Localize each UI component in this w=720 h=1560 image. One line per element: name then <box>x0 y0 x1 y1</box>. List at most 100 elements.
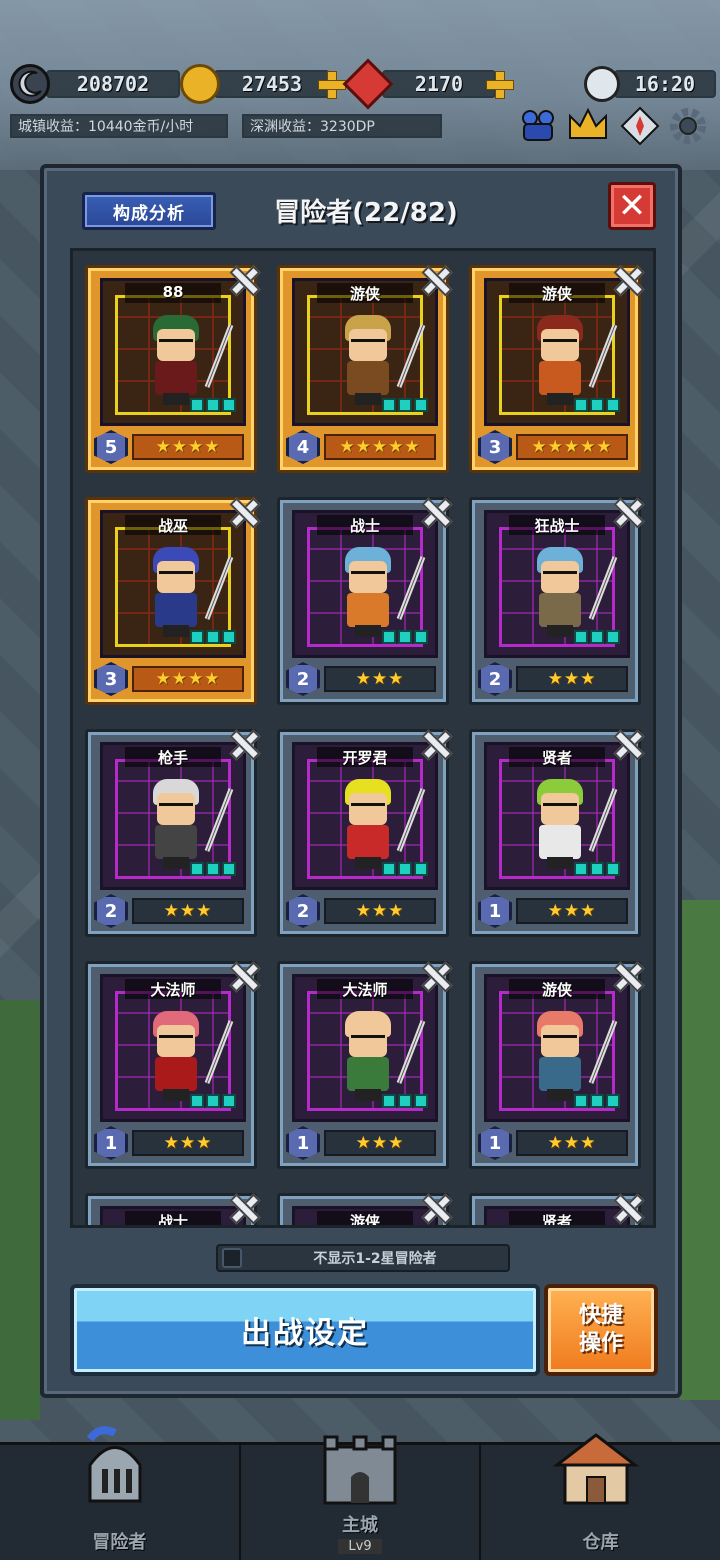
hero-star-rating: ★★★ <box>324 1130 436 1156</box>
hero-body <box>347 1057 389 1091</box>
hero-card[interactable]: 狂战士 2 ★★★ <box>469 497 641 705</box>
equipment-slots <box>190 398 236 412</box>
equipment-slots <box>190 862 236 876</box>
quick-action-button[interactable]: 快捷操作 <box>544 1284 658 1376</box>
hero-card[interactable]: 88 5 ★★★★ <box>85 265 257 473</box>
boots-slot-icon <box>414 1094 428 1108</box>
hero-body <box>347 361 389 395</box>
hero-level-badge: 2 <box>286 662 320 696</box>
hero-class-label: 游侠 <box>541 981 572 999</box>
hero-level-badge: 1 <box>478 894 512 928</box>
party-icon[interactable] <box>518 104 558 144</box>
warehouse-icon <box>551 1425 641 1515</box>
add-gem-button[interactable] <box>486 71 514 99</box>
nav-warehouse-label: 仓库 <box>582 1532 619 1553</box>
hero-card[interactable]: 贤者 <box>469 1192 642 1228</box>
hero-body <box>347 593 389 627</box>
weapon-slot-icon <box>190 862 204 876</box>
crossed-swords-icon <box>228 496 258 526</box>
gem-resource: 2170 <box>342 58 498 110</box>
crossed-swords-icon <box>612 1192 642 1222</box>
equipment-slots <box>382 630 428 644</box>
hero-card[interactable]: 枪手 2 ★★★ <box>85 729 257 937</box>
gold-coin-icon <box>180 64 220 104</box>
moon-icon <box>10 64 50 104</box>
weapon-icon <box>201 321 237 395</box>
hide-low-star-toggle[interactable]: 不显示1-2星冒险者 <box>216 1244 510 1272</box>
hero-card[interactable]: 游侠 <box>277 1193 449 1225</box>
hero-sprite <box>147 315 205 407</box>
toggle-checkbox[interactable] <box>222 1248 242 1268</box>
crossed-swords-icon <box>612 264 642 294</box>
compass-icon[interactable] <box>620 106 660 146</box>
hero-card[interactable]: 大法师 1 ★★★ <box>85 961 257 1169</box>
background-grass <box>680 900 720 1400</box>
hero-grid: 88 5 ★★★★ 游侠 4 ★★★★★ 游侠 3 ★★★★★ 战巫 3 ★★★★ 战士 2 ★★★ 狂战士 2… <box>85 265 645 1228</box>
hero-card[interactable]: 大法师 1 ★★★ <box>277 961 449 1169</box>
hero-level-badge: 1 <box>478 1126 512 1160</box>
hero-card[interactable]: 开罗君 2 ★★★ <box>277 729 449 937</box>
clock-icon <box>584 66 620 102</box>
armor-slot-icon <box>398 862 412 876</box>
hero-card[interactable]: 游侠 4 ★★★★★ <box>277 265 449 473</box>
game-time: 16:20 <box>614 70 716 98</box>
castle-icon <box>315 1425 405 1515</box>
hero-card[interactable]: 战巫 3 ★★★★ <box>85 497 257 705</box>
crossed-swords-icon <box>228 1192 258 1222</box>
hero-glasses <box>543 571 577 579</box>
equipment-slots <box>574 398 620 412</box>
deploy-settings-button[interactable]: 出战设定 <box>70 1284 540 1376</box>
hero-body <box>155 593 197 627</box>
weapon-slot-icon <box>190 398 204 412</box>
weapon-slot-icon <box>382 1094 396 1108</box>
hero-card[interactable]: 游侠 3 ★★★★★ <box>469 265 641 473</box>
quick-action-label: 快捷操作 <box>578 1303 623 1356</box>
weapon-slot-icon <box>574 862 588 876</box>
hero-legs <box>355 625 381 637</box>
add-gold-button[interactable] <box>318 71 346 99</box>
nav-warehouse[interactable]: 仓库 <box>481 1433 720 1560</box>
moon-resource: 208702 <box>10 64 180 104</box>
hero-class-label: 枪手 <box>157 749 188 767</box>
hero-legs <box>163 625 189 637</box>
hero-class-label: 战巫 <box>157 517 188 535</box>
gold-count: 27453 <box>214 70 330 98</box>
weapon-slot-icon <box>382 630 396 644</box>
crossed-swords-icon <box>612 496 642 526</box>
hero-card[interactable]: 游侠 1 ★★★ <box>469 961 641 1169</box>
hero-star-rating: ★★★ <box>516 1130 628 1156</box>
hero-level-badge: 1 <box>94 1126 128 1160</box>
nav-adventurer[interactable]: 冒险者 <box>0 1426 241 1560</box>
crossed-swords-icon <box>228 264 258 294</box>
boots-slot-icon <box>222 862 236 876</box>
hero-card[interactable]: 战士 <box>85 1192 258 1225</box>
crossed-swords-icon <box>612 960 642 990</box>
weapon-slot-icon <box>190 1094 204 1108</box>
armor-slot-icon <box>590 630 604 644</box>
hero-legs <box>547 393 573 405</box>
hero-legs <box>547 625 573 637</box>
hero-list[interactable]: 88 5 ★★★★ 游侠 4 ★★★★★ 游侠 3 ★★★★★ 战巫 3 ★★★★ 战士 2 ★★★ 狂战士 2… <box>70 248 656 1228</box>
weapon-icon <box>393 785 429 859</box>
castle-level: Lv9 <box>338 1539 382 1554</box>
hero-legs <box>547 857 573 869</box>
composition-analysis-button[interactable]: 构成分析 <box>82 192 216 230</box>
crossed-swords-icon <box>612 728 642 758</box>
hero-body <box>539 1057 581 1091</box>
hero-level-badge: 5 <box>94 430 128 464</box>
hero-glasses <box>351 803 385 811</box>
crown-icon[interactable] <box>566 104 610 144</box>
boots-slot-icon <box>414 630 428 644</box>
hero-card[interactable]: 战士 2 ★★★ <box>277 497 449 705</box>
hero-star-rating: ★★★★ <box>132 666 244 692</box>
hero-class-label: 贤者 <box>541 1213 572 1228</box>
weapon-icon <box>393 321 429 395</box>
hero-star-rating: ★★★ <box>516 666 628 692</box>
knight-helmet-icon <box>70 1425 160 1515</box>
settings-gear-icon[interactable] <box>668 106 708 146</box>
hero-card[interactable]: 贤者 1 ★★★ <box>469 729 641 937</box>
close-button[interactable]: ✕ <box>608 182 656 230</box>
nav-castle[interactable]: 主城 Lv9 <box>241 1435 482 1560</box>
hero-glasses <box>543 339 577 347</box>
hero-glasses <box>351 339 385 347</box>
